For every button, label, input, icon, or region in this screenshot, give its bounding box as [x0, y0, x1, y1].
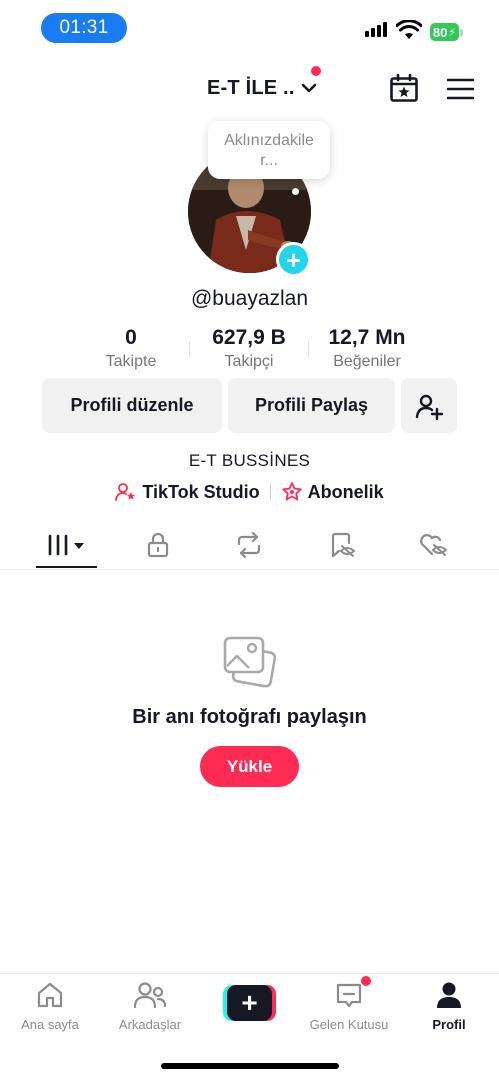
stat-followers-label: Takipçi [224, 353, 274, 370]
lock-icon [147, 532, 169, 558]
username: @buayazlan [190, 287, 309, 310]
home-icon [37, 982, 63, 1008]
create-button[interactable]: + [223, 985, 276, 1021]
stat-followers-value: 627,9 B [212, 326, 286, 349]
thoughts-bubble[interactable]: Aklınızdakiler... [208, 121, 330, 179]
home-indicator [161, 1063, 339, 1069]
add-avatar-button[interactable]: + [276, 242, 311, 277]
bio-text: E-T BUSSİNES [188, 451, 311, 470]
stat-following-value: 0 [125, 326, 137, 349]
empty-state-title: Bir anı fotoğrafı paylaşın [132, 706, 367, 728]
tiktok-studio-label: TikTok Studio [142, 481, 260, 502]
stat-likes[interactable]: 12,7 Mn Beğeniler [317, 326, 417, 371]
active-tab-indicator [36, 566, 97, 568]
stat-following[interactable]: 0 Takipte [86, 326, 176, 371]
bubble-tail-dot [292, 188, 299, 195]
upload-button[interactable]: Yükle [200, 746, 299, 787]
tab-liked[interactable] [402, 528, 464, 562]
calendar-star-icon[interactable] [389, 73, 419, 103]
add-friend-button[interactable] [401, 378, 457, 433]
bottom-nav-divider [0, 973, 499, 974]
share-profile-button[interactable]: Profili Paylaş [228, 378, 395, 433]
nav-home[interactable]: Ana sayfa [5, 980, 95, 1032]
edit-profile-button[interactable]: Profili düzenle [42, 378, 222, 433]
nav-profile-label: Profil [432, 1017, 466, 1032]
add-person-icon [415, 394, 443, 420]
nav-inbox[interactable]: Gelen Kutusu [304, 980, 394, 1032]
tiktok-studio-link[interactable]: TikTok Studio [115, 481, 260, 503]
status-time: 01:31 [41, 13, 127, 43]
inbox-icon [336, 983, 362, 1008]
nav-profile[interactable]: Profil [404, 980, 494, 1032]
cellular-signal-icon [365, 22, 387, 37]
notification-dot [311, 66, 321, 76]
battery-tip [460, 29, 463, 36]
links-divider [269, 484, 271, 500]
plus-icon: + [227, 985, 272, 1021]
grid-icon [48, 534, 84, 556]
stat-divider [308, 341, 309, 357]
tab-favorites[interactable] [311, 528, 373, 562]
tab-private[interactable] [127, 528, 189, 562]
repost-icon [237, 532, 261, 558]
stat-likes-label: Beğeniler [333, 353, 401, 370]
studio-person-icon [115, 483, 136, 501]
photos-icon [223, 636, 277, 688]
tabs-divider [0, 569, 499, 570]
subscription-label: Abonelik [307, 481, 384, 502]
profile-links: TikTok Studio Abonelik [0, 481, 499, 503]
stat-likes-value: 12,7 Mn [328, 326, 406, 349]
battery-level: 80 [432, 24, 448, 40]
account-name: E-T İLE .. [207, 76, 295, 99]
profile-icon [437, 982, 461, 1008]
menu-icon[interactable] [447, 78, 474, 100]
subscription-link[interactable]: Abonelik [281, 481, 384, 503]
nav-friends[interactable]: Arkadaşlar [105, 980, 195, 1032]
tab-videos[interactable] [36, 528, 98, 562]
tab-reposts[interactable] [218, 528, 280, 562]
stat-divider [189, 341, 190, 357]
nav-home-label: Ana sayfa [21, 1017, 79, 1032]
friends-icon [133, 982, 167, 1009]
nav-inbox-label: Gelen Kutusu [309, 1017, 389, 1032]
account-switcher[interactable]: E-T İLE .. [207, 74, 317, 102]
nav-friends-label: Arkadaşlar [118, 1017, 182, 1032]
wifi-icon [396, 20, 422, 39]
inbox-notification-dot [361, 976, 371, 986]
thoughts-bubble-text: Aklınızdakiler... [224, 132, 314, 169]
subscription-star-icon [282, 482, 302, 501]
chevron-down-icon [301, 83, 316, 93]
favorites-hidden-icon [331, 532, 356, 558]
battery-icon: 80 ⚡ [430, 23, 459, 41]
stat-followers[interactable]: 627,9 B Takipçi [199, 326, 299, 371]
liked-hidden-icon [420, 534, 448, 556]
stat-following-label: Takipte [105, 353, 157, 370]
